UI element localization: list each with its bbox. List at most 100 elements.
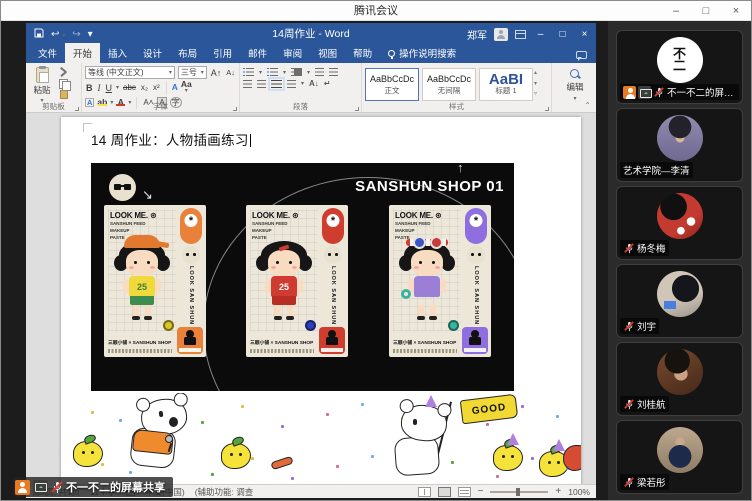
user-avatar-icon[interactable] bbox=[494, 28, 508, 41]
ribbon-tab-design[interactable]: 设计 bbox=[135, 43, 170, 63]
participant-tile[interactable]: 刘宇 bbox=[616, 264, 743, 338]
word-minimize-button[interactable]: – bbox=[533, 29, 548, 40]
multilevel-list-icon[interactable] bbox=[291, 68, 302, 76]
styles-scroll[interactable]: ▴▾▿ bbox=[533, 65, 538, 101]
participants-sidebar[interactable]: 不 二 不一不二的屏幕共享 艺术学院—李清 杨冬梅 刘宇 bbox=[608, 21, 751, 500]
confetti bbox=[101, 463, 104, 466]
strikethrough-button[interactable]: abc bbox=[122, 82, 137, 94]
word-close-button[interactable]: × bbox=[577, 29, 592, 40]
font-size-select[interactable]: 三号▾ bbox=[178, 66, 207, 79]
text-effects-button[interactable]: A bbox=[172, 84, 178, 91]
word-restore-button[interactable]: □ bbox=[555, 29, 570, 40]
participant-avatar bbox=[657, 115, 703, 161]
celebration-artwork[interactable]: GOOD bbox=[61, 393, 581, 484]
card-figure-badge bbox=[177, 327, 203, 354]
participant-name: 刘宇 bbox=[637, 319, 656, 333]
card-character: 25 bbox=[258, 237, 310, 327]
zoom-out-button[interactable]: − bbox=[478, 486, 484, 497]
subscript-button[interactable]: x₂ bbox=[140, 82, 149, 94]
styles-dialog-launcher[interactable] bbox=[545, 107, 549, 111]
ribbon-tab-file[interactable]: 文件 bbox=[30, 43, 65, 63]
zoom-level[interactable]: 100% bbox=[568, 487, 590, 497]
web-layout-button[interactable] bbox=[458, 487, 471, 497]
italic-button[interactable]: I bbox=[97, 82, 102, 94]
cut-icon[interactable] bbox=[58, 68, 70, 77]
collapse-ribbon-icon[interactable]: ⌃ bbox=[584, 101, 591, 110]
participant-avatar bbox=[657, 271, 703, 317]
participant-tile[interactable]: 艺术学院—李清 bbox=[616, 108, 743, 182]
zoom-in-button[interactable]: + bbox=[555, 486, 561, 497]
avatar-monogram: 不 二 bbox=[657, 37, 703, 83]
sort-icon[interactable]: A↓ bbox=[309, 79, 319, 88]
card-footer-microtext bbox=[393, 349, 457, 353]
document-area[interactable]: 14 周作业：人物插画练习 ↘ ↑ SANSHUN SHOP 01 LOOK M… bbox=[26, 113, 596, 484]
card-header: LOOK ME. ⊛ bbox=[252, 211, 318, 220]
zoom-slider[interactable] bbox=[490, 491, 548, 493]
ribbon-tab-references[interactable]: 引用 bbox=[205, 43, 240, 63]
card-face-circle bbox=[324, 246, 342, 264]
print-layout-button[interactable] bbox=[438, 487, 451, 497]
character-shoe bbox=[132, 316, 140, 320]
decrease-indent-icon[interactable] bbox=[315, 68, 324, 76]
editing-button[interactable]: 编辑 ▾ bbox=[555, 65, 595, 102]
ribbon-tab-mailings[interactable]: 邮件 bbox=[240, 43, 275, 63]
ribbon-tab-list: 文件开始插入设计布局引用邮件审阅视图帮助 bbox=[30, 45, 380, 63]
justify-icon[interactable] bbox=[271, 80, 282, 88]
show-marks-icon[interactable]: ↵ bbox=[324, 79, 331, 88]
increase-indent-icon[interactable] bbox=[329, 68, 338, 76]
participant-tile[interactable]: 杨冬梅 bbox=[616, 186, 743, 260]
participant-avatar: 不 二 bbox=[657, 37, 703, 83]
align-center-icon[interactable] bbox=[257, 80, 266, 88]
ribbon-tab-home[interactable]: 开始 bbox=[65, 43, 100, 63]
character-leg bbox=[145, 305, 151, 316]
character-jersey: 25 bbox=[271, 276, 297, 297]
ribbon-display-options-icon[interactable] bbox=[515, 30, 526, 39]
participant-tile[interactable]: 刘桂航 bbox=[616, 342, 743, 416]
participant-tile[interactable]: 不 二 不一不二的屏幕共享 bbox=[616, 30, 743, 104]
numbering-icon[interactable] bbox=[267, 68, 278, 76]
jersey-number: 25 bbox=[137, 282, 147, 292]
card-face-circle bbox=[182, 246, 200, 264]
meeting-close-button[interactable]: × bbox=[721, 1, 751, 21]
host-badge-icon bbox=[15, 480, 30, 495]
ribbon-tab-layout[interactable]: 布局 bbox=[170, 43, 205, 63]
participant-list: 不 二 不一不二的屏幕共享 艺术学院—李清 杨冬梅 刘宇 bbox=[616, 30, 743, 494]
card-figure-badge bbox=[319, 327, 345, 354]
style-option[interactable]: AaBbCcDc正文 bbox=[365, 68, 419, 101]
jersey-number: 25 bbox=[279, 282, 289, 292]
shrink-font-button[interactable]: A↓ bbox=[225, 67, 236, 79]
meeting-minimize-button[interactable]: – bbox=[661, 1, 691, 21]
copy-icon[interactable] bbox=[58, 79, 70, 88]
font-name-select[interactable]: 等线 (中文正文)▾ bbox=[85, 66, 175, 79]
clipboard-dialog-launcher[interactable] bbox=[75, 107, 79, 111]
format-painter-icon[interactable] bbox=[58, 90, 70, 99]
accessibility-status[interactable]: (辅助功能: 调查 bbox=[195, 486, 254, 498]
comments-icon[interactable] bbox=[576, 51, 587, 59]
ribbon-tab-help[interactable]: 帮助 bbox=[345, 43, 380, 63]
ribbon-tab-review[interactable]: 审阅 bbox=[275, 43, 310, 63]
align-left-icon[interactable] bbox=[243, 80, 252, 88]
underline-button[interactable]: U bbox=[105, 82, 114, 94]
paste-button[interactable]: 粘贴 ▾ bbox=[29, 65, 55, 104]
meeting-maximize-button[interactable]: □ bbox=[691, 1, 721, 21]
participant-name: 杨冬梅 bbox=[637, 241, 666, 255]
read-mode-button[interactable] bbox=[418, 487, 431, 497]
document-page[interactable]: 14 周作业：人物插画练习 ↘ ↑ SANSHUN SHOP 01 LOOK M… bbox=[61, 117, 581, 484]
superscript-button[interactable]: x² bbox=[152, 82, 161, 94]
paragraph-dialog-launcher[interactable] bbox=[355, 107, 359, 111]
participant-tile[interactable]: 梁若彤 bbox=[616, 420, 743, 494]
font-dialog-launcher[interactable] bbox=[233, 107, 237, 111]
style-option[interactable]: AaBI标题 1 bbox=[479, 68, 533, 101]
card-character: 25 bbox=[116, 237, 168, 327]
ribbon-tab-view[interactable]: 视图 bbox=[310, 43, 345, 63]
poster-image[interactable]: ↘ ↑ SANSHUN SHOP 01 LOOK ME. ⊛ SANSHUN F… bbox=[91, 163, 514, 391]
tell-me-search[interactable]: 操作说明搜索 bbox=[380, 43, 464, 63]
zoom-slider-thumb[interactable] bbox=[516, 488, 520, 496]
grow-font-button[interactable]: A↑ bbox=[210, 67, 223, 79]
style-option[interactable]: AaBbCcDc无间隔 bbox=[422, 68, 476, 101]
ribbon-tab-insert[interactable]: 插入 bbox=[100, 43, 135, 63]
line-spacing-icon[interactable] bbox=[287, 80, 296, 88]
bold-button[interactable]: B bbox=[85, 82, 94, 94]
bullets-icon[interactable] bbox=[243, 68, 254, 76]
change-case-button[interactable]: Aa▾ bbox=[181, 81, 192, 95]
